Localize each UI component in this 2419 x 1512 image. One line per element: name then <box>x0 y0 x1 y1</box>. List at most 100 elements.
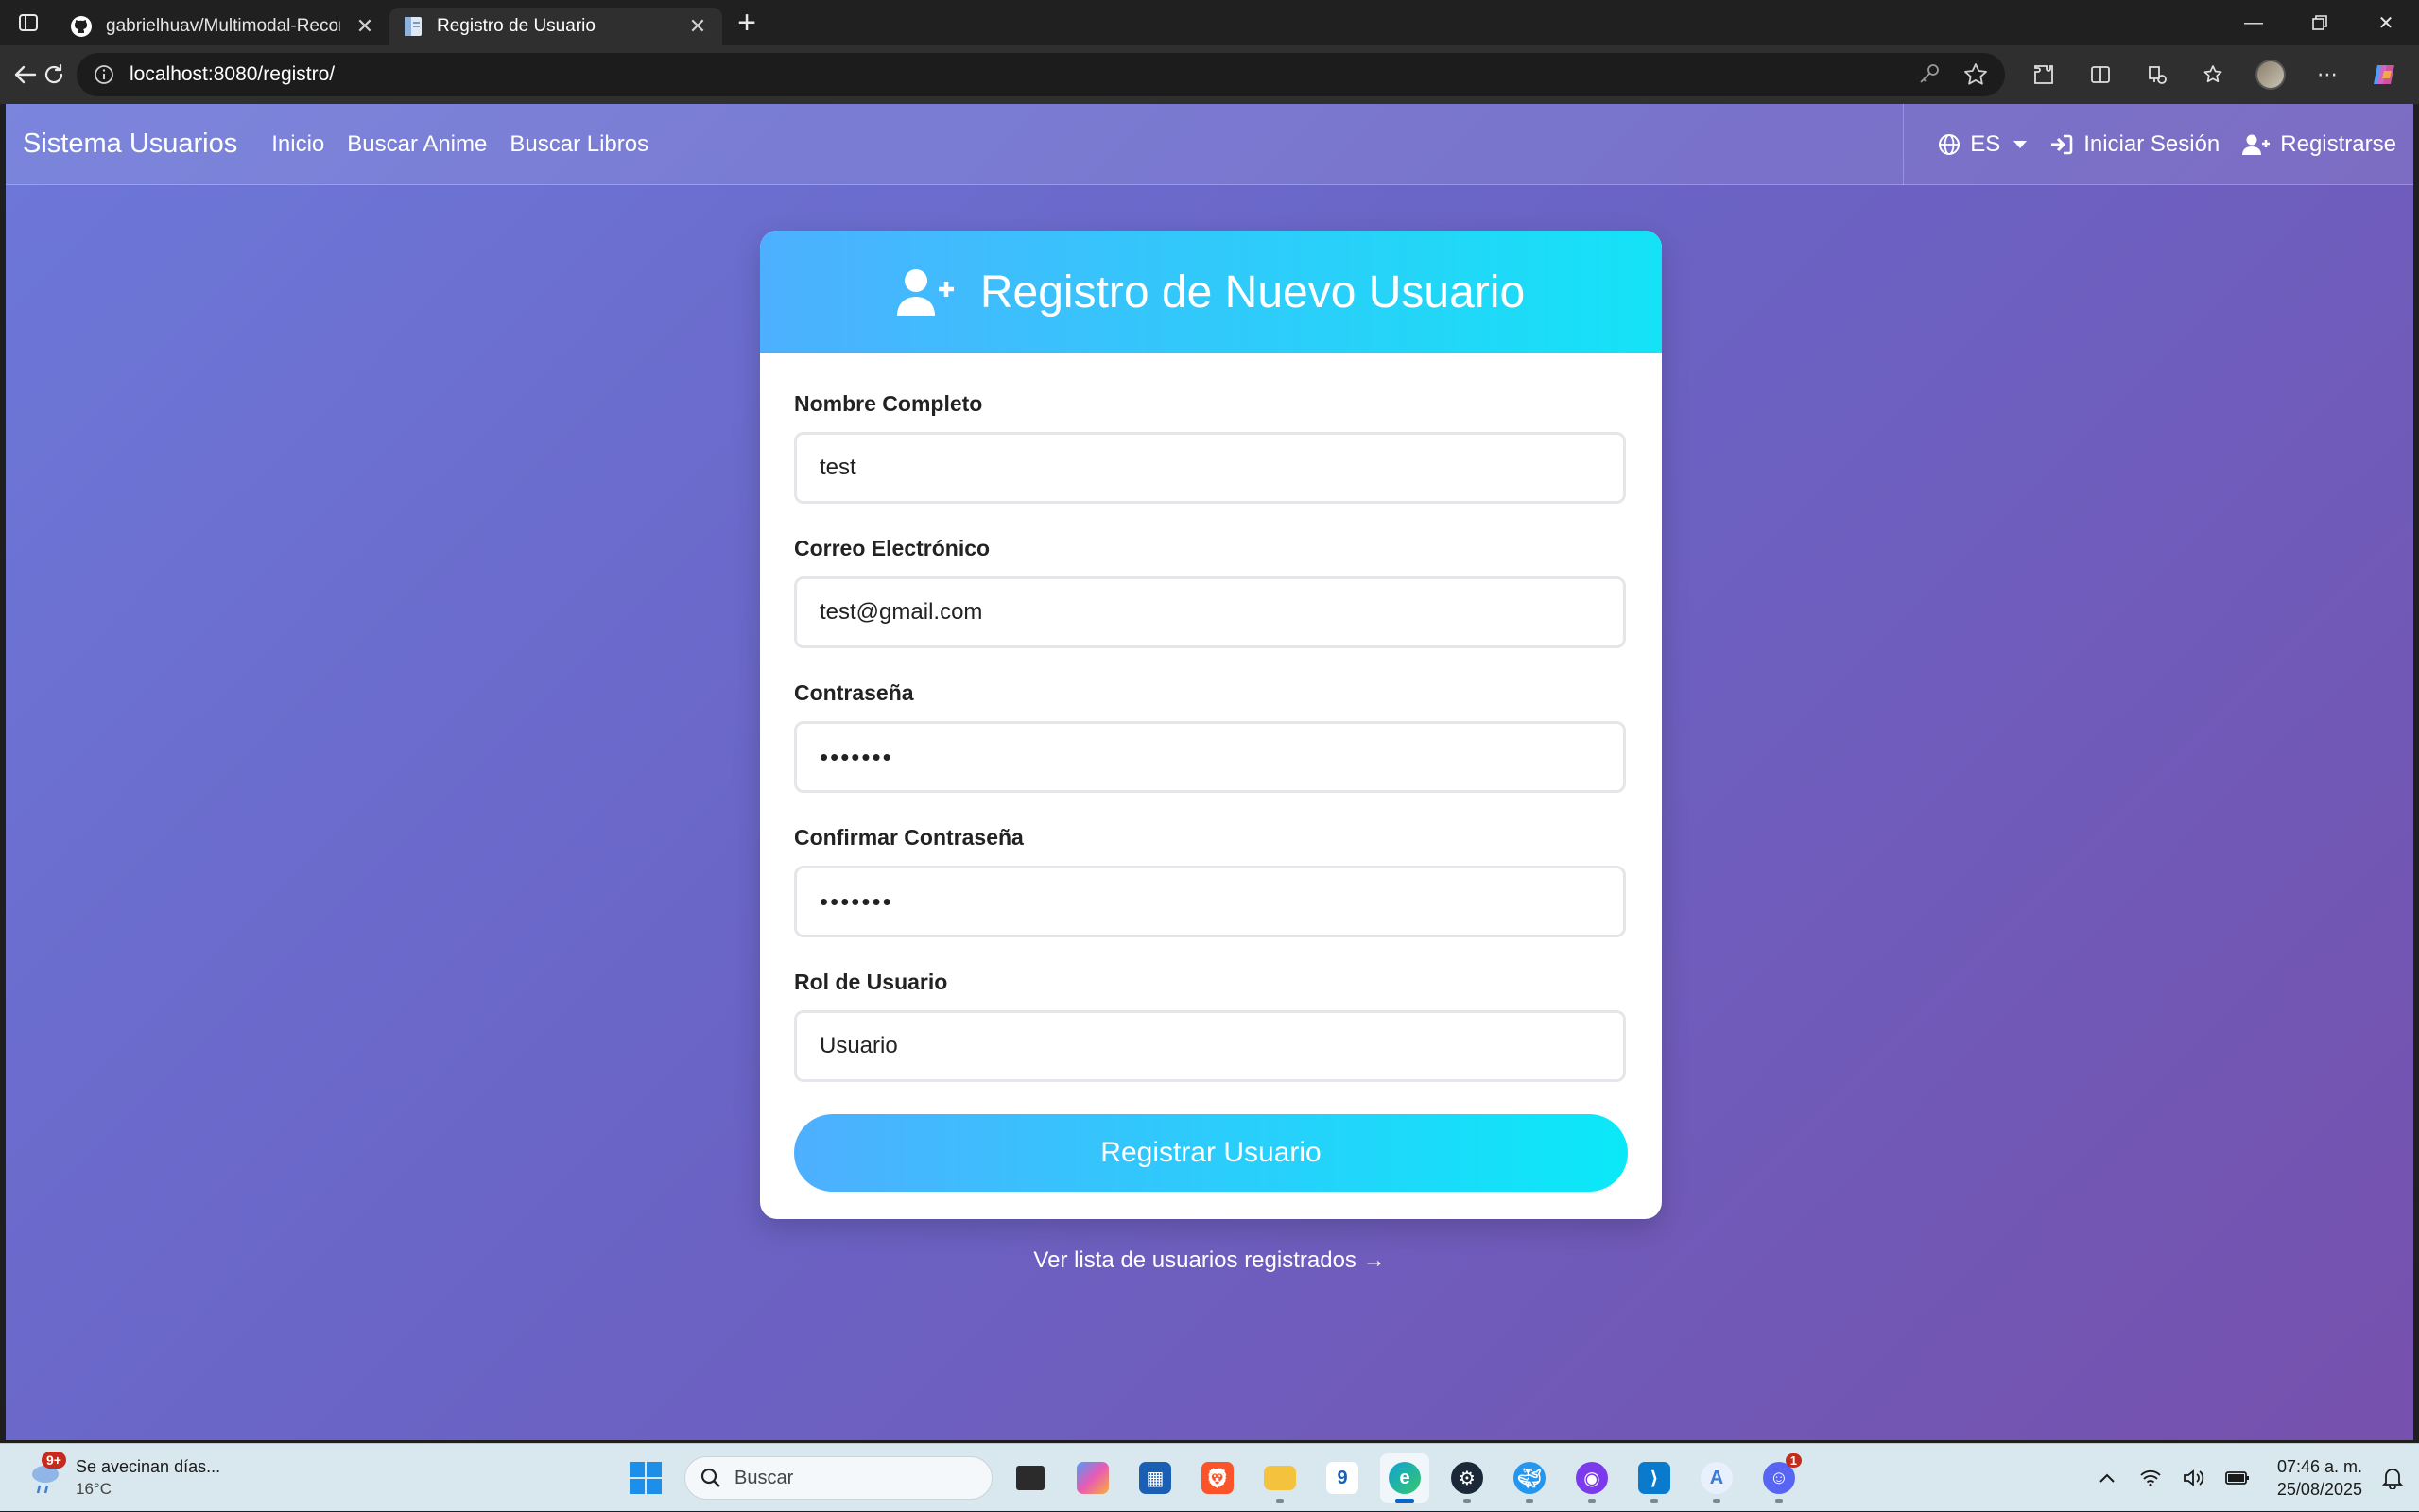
registration-form: Nombre Completo test Correo Electrónico … <box>760 353 1662 1219</box>
field-label: Contraseña <box>794 680 914 705</box>
brand-link[interactable]: Sistema Usuarios <box>23 129 237 160</box>
favorites-icon[interactable] <box>2188 52 2239 97</box>
steam-icon[interactable]: ⚙ <box>1443 1453 1492 1503</box>
taskbar: 9+ Se avecinan días... 16°C Buscar ▦ 🦁︎ … <box>0 1443 2419 1511</box>
field-label: Correo Electrónico <box>794 536 991 560</box>
weather-widget[interactable]: 9+ Se avecinan días... 16°C <box>0 1451 378 1501</box>
user-list-link[interactable]: Ver lista de usuarios registrados → <box>6 1247 2413 1274</box>
edge-icon[interactable]: e <box>1380 1453 1429 1503</box>
nav-link-buscar-libros[interactable]: Buscar Libros <box>510 131 648 158</box>
extensions-icon[interactable] <box>2018 52 2069 97</box>
nav-link-inicio[interactable]: Inicio <box>271 131 324 158</box>
clock-date: 25/08/2025 <box>2276 1480 2362 1499</box>
vscode-icon[interactable]: ⟩ <box>1630 1453 1679 1503</box>
close-tab-icon[interactable]: ✕ <box>686 14 709 39</box>
login-link[interactable]: Iniciar Sesión <box>2049 131 2220 158</box>
store-icon[interactable]: ▦ <box>1131 1453 1180 1503</box>
docker-icon[interactable]: 🐳︎ <box>1505 1453 1554 1503</box>
login-label: Iniciar Sesión <box>2083 130 2220 157</box>
form-title: Registro de Nuevo Usuario <box>979 266 1526 318</box>
back-button[interactable] <box>9 52 40 97</box>
tab-actions-icon <box>19 14 38 31</box>
close-tab-icon[interactable]: ✕ <box>354 14 376 39</box>
system-tray: 07:46 a. m. 25/08/2025 <box>2094 1444 2419 1512</box>
windows-logo-icon <box>630 1462 662 1494</box>
card-header: Registro de Nuevo Usuario <box>760 231 1662 353</box>
brave-icon[interactable]: 🦁︎ <box>1193 1453 1242 1503</box>
email-input[interactable]: test@gmail.com <box>794 576 1626 648</box>
name-input[interactable]: test <box>794 432 1626 504</box>
browser-toolbar: localhost:8080/registro/ ⋯ <box>0 45 2419 104</box>
browser-title-bar: gabrielhuav/Multimodal-Recomm ✕ Registro… <box>0 0 2419 45</box>
caret-down-icon <box>2013 140 2028 148</box>
search-placeholder: Buscar <box>734 1467 794 1488</box>
field-label: Confirmar Contraseña <box>794 825 1024 850</box>
register-label: Registrarse <box>2280 130 2396 157</box>
language-label: ES <box>1970 130 2001 157</box>
battery-icon[interactable] <box>2224 1465 2251 1491</box>
url-text: localhost:8080/registro/ <box>130 63 336 85</box>
weather-headline: Se avecinan días... <box>76 1456 221 1476</box>
site-navbar: Sistema Usuarios Inicio Buscar Anime Bus… <box>6 104 2413 185</box>
weather-temp: 16°C <box>76 1479 112 1498</box>
copilot-icon[interactable] <box>2359 52 2410 97</box>
key-icon[interactable] <box>1918 62 1941 85</box>
search-icon <box>700 1468 720 1487</box>
restore-icon[interactable] <box>2287 0 2353 45</box>
notes-app-icon[interactable]: 9 <box>1318 1453 1367 1503</box>
reload-icon <box>45 63 63 84</box>
web-page: Sistema Usuarios Inicio Buscar Anime Bus… <box>6 104 2413 1440</box>
volume-icon[interactable] <box>2181 1465 2207 1491</box>
field-rol: Rol de Usuario Usuario <box>794 970 1628 1082</box>
confirm-password-input[interactable]: ••••••• <box>794 866 1626 937</box>
nav-link-buscar-anime[interactable]: Buscar Anime <box>347 131 487 158</box>
role-select[interactable]: Usuario <box>794 1010 1626 1082</box>
weather-icon: 9+ <box>26 1451 66 1497</box>
favorite-star-icon[interactable] <box>1963 62 1988 87</box>
page-icon <box>405 17 422 36</box>
task-view-icon[interactable] <box>1006 1453 1055 1503</box>
new-tab-button[interactable]: + <box>722 0 771 45</box>
split-screen-icon[interactable] <box>2075 52 2126 97</box>
close-window-icon[interactable]: ✕ <box>2353 0 2419 45</box>
file-explorer-icon[interactable] <box>1255 1453 1305 1503</box>
language-dropdown[interactable]: ES <box>1938 130 2028 158</box>
notification-badge: 9+ <box>42 1451 66 1469</box>
browser-essentials-icon[interactable] <box>2132 52 2183 97</box>
reload-button[interactable] <box>40 52 70 97</box>
github-desktop-icon[interactable]: ◉ <box>1567 1453 1616 1503</box>
register-link[interactable]: Registrarse <box>2242 131 2396 158</box>
chevron-up-icon[interactable] <box>2094 1465 2120 1491</box>
profile-avatar[interactable] <box>2245 52 2296 97</box>
more-options-icon[interactable]: ⋯ <box>2302 52 2353 97</box>
wifi-icon[interactable] <box>2137 1465 2164 1491</box>
registration-card: Registro de Nuevo Usuario Nombre Complet… <box>760 231 1662 1219</box>
taskbar-apps: Buscar ▦ 🦁︎ 9 e ⚙ 🐳︎ ◉ ⟩ A ☺ 1 <box>620 1444 1804 1512</box>
password-input[interactable]: ••••••• <box>794 721 1626 793</box>
field-nombre: Nombre Completo test <box>794 391 1628 504</box>
taskbar-search[interactable]: Buscar <box>684 1456 993 1500</box>
minimize-icon[interactable]: — <box>2220 0 2287 45</box>
address-bar[interactable]: localhost:8080/registro/ <box>77 53 2005 96</box>
android-studio-icon[interactable]: A <box>1692 1453 1741 1503</box>
field-contrasena: Contraseña ••••••• <box>794 680 1628 793</box>
site-info-icon[interactable] <box>94 64 114 85</box>
notification-badge: 1 <box>1785 1453 1802 1468</box>
start-button[interactable] <box>620 1452 671 1503</box>
tab-github[interactable]: gabrielhuav/Multimodal-Recomm ✕ <box>57 8 389 45</box>
register-submit-button[interactable]: Registrar Usuario <box>794 1114 1628 1192</box>
sign-in-icon <box>2051 134 2073 154</box>
window-controls: — ✕ <box>2220 0 2419 45</box>
field-correo: Correo Electrónico test@gmail.com <box>794 536 1628 648</box>
nav-right: ES Iniciar Sesión Registrarse <box>1903 104 2396 185</box>
nav-links: Inicio Buscar Anime Buscar Libros <box>271 131 648 158</box>
copilot-app-icon[interactable] <box>1068 1453 1117 1503</box>
notifications-bell-icon[interactable] <box>2379 1465 2406 1491</box>
tab-registro[interactable]: Registro de Usuario ✕ <box>389 8 722 45</box>
field-confirmar: Confirmar Contraseña ••••••• <box>794 825 1628 937</box>
discord-icon[interactable]: ☺ 1 <box>1754 1453 1804 1503</box>
back-arrow-icon <box>14 65 36 84</box>
system-clock[interactable]: 07:46 a. m. 25/08/2025 <box>2277 1455 2362 1501</box>
tab-actions-button[interactable] <box>0 0 57 45</box>
tab-title: Registro de Usuario <box>437 16 596 36</box>
